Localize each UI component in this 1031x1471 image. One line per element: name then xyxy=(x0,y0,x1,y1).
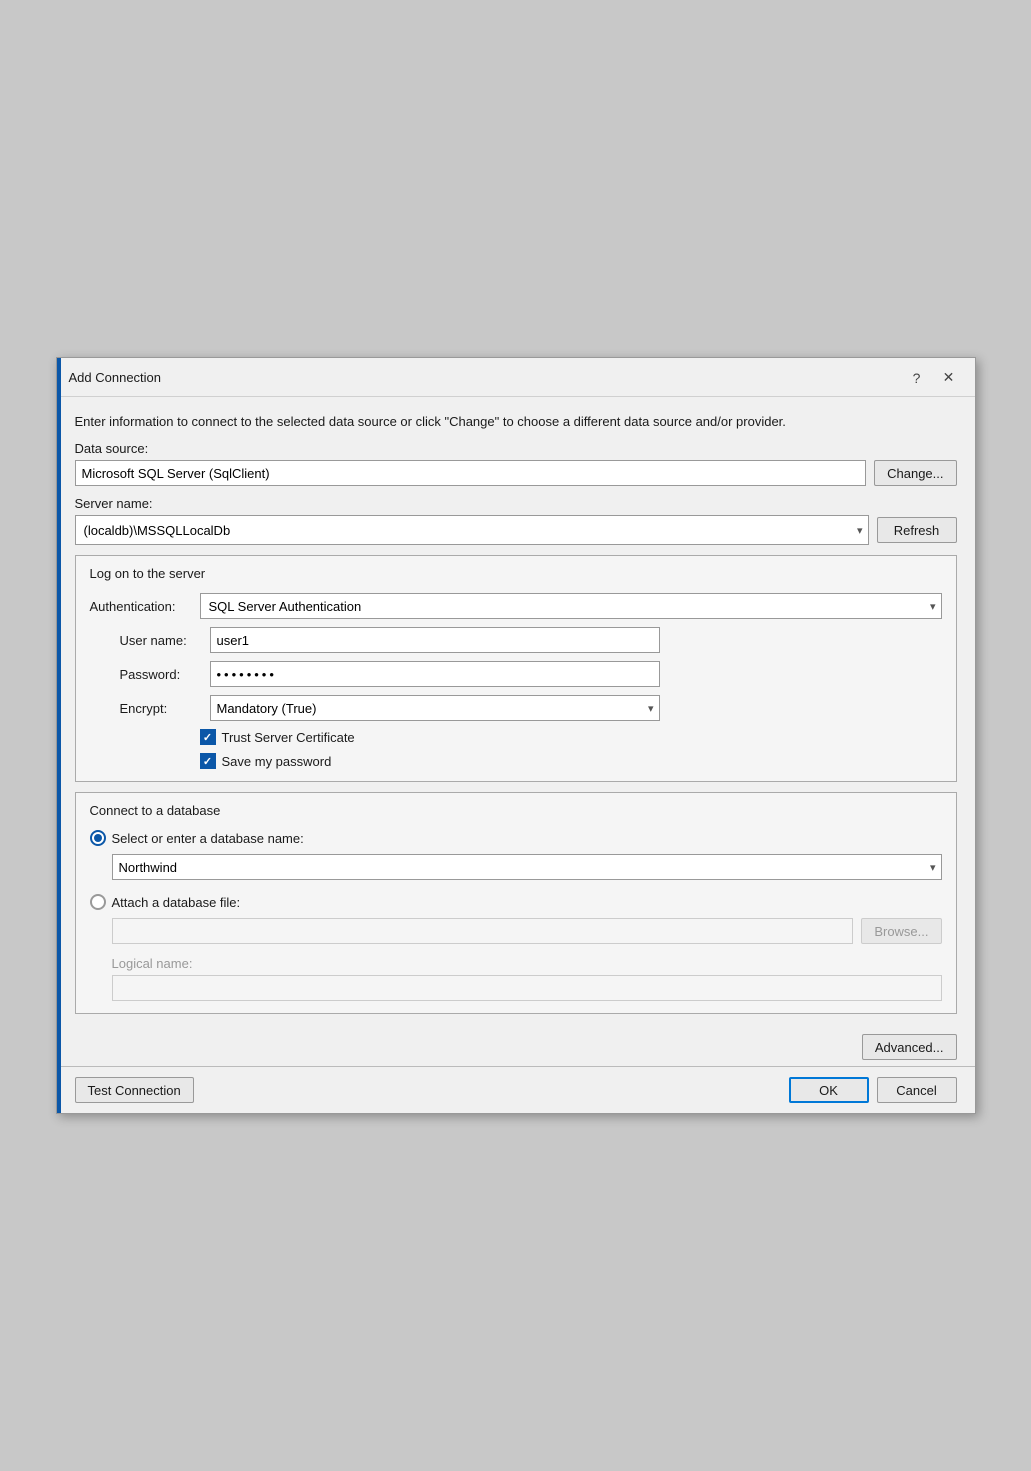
logon-section: Log on to the server Authentication: SQL… xyxy=(75,555,957,782)
help-button[interactable]: ? xyxy=(903,366,931,390)
select-database-label: Select or enter a database name: xyxy=(112,831,304,846)
authentication-label: Authentication: xyxy=(90,599,190,614)
title-bar-controls: ? ✕ xyxy=(903,366,963,390)
data-source-label: Data source: xyxy=(75,441,957,456)
server-name-row: (localdb)\MSSQLLocalDb Refresh xyxy=(75,515,957,545)
server-name-section: Server name: (localdb)\MSSQLLocalDb Refr… xyxy=(75,496,957,545)
authentication-select-wrapper: SQL Server Authentication Windows Authen… xyxy=(200,593,942,619)
title-bar: Add Connection ? ✕ xyxy=(57,358,975,397)
attach-database-label: Attach a database file: xyxy=(112,895,241,910)
dialog-footer: Test Connection OK Cancel xyxy=(57,1066,975,1113)
encrypt-select[interactable]: Mandatory (True) Optional (False) Strict… xyxy=(210,695,660,721)
encrypt-label: Encrypt: xyxy=(120,701,200,716)
refresh-button[interactable]: Refresh xyxy=(877,517,957,543)
save-password-row: Save my password xyxy=(90,753,942,769)
advanced-row: Advanced... xyxy=(75,1034,957,1060)
add-connection-dialog: Add Connection ? ✕ Enter information to … xyxy=(56,357,976,1114)
save-password-checkbox[interactable] xyxy=(200,753,216,769)
password-label: Password: xyxy=(120,667,200,682)
logon-section-title: Log on to the server xyxy=(90,566,942,581)
database-select[interactable]: Northwind master tempdb msdb xyxy=(112,854,942,880)
data-source-section: Data source: Change... xyxy=(75,441,957,486)
encrypt-select-wrapper: Mandatory (True) Optional (False) Strict… xyxy=(210,695,660,721)
test-connection-button[interactable]: Test Connection xyxy=(75,1077,194,1103)
username-label: User name: xyxy=(120,633,200,648)
attach-file-row: Browse... xyxy=(90,918,942,944)
logical-name-input xyxy=(112,975,942,1001)
save-password-label: Save my password xyxy=(222,754,332,769)
database-select-container: Northwind master tempdb msdb xyxy=(90,854,942,880)
server-name-select-wrapper: (localdb)\MSSQLLocalDb xyxy=(75,515,869,545)
footer-right: OK Cancel xyxy=(789,1077,957,1103)
data-source-row: Change... xyxy=(75,460,957,486)
database-section-title: Connect to a database xyxy=(90,803,942,818)
select-database-radio-inner xyxy=(94,834,102,842)
change-button[interactable]: Change... xyxy=(874,460,956,486)
advanced-button[interactable]: Advanced... xyxy=(862,1034,957,1060)
attach-database-radio[interactable] xyxy=(90,894,106,910)
ok-button[interactable]: OK xyxy=(789,1077,869,1103)
authentication-row: Authentication: SQL Server Authenticatio… xyxy=(90,593,942,619)
server-name-label: Server name: xyxy=(75,496,957,511)
bottom-area: Advanced... xyxy=(57,1024,975,1066)
database-select-wrapper: Northwind master tempdb msdb xyxy=(112,854,942,880)
intro-text: Enter information to connect to the sele… xyxy=(75,413,957,431)
select-database-radio-row: Select or enter a database name: xyxy=(90,830,942,846)
blue-accent-bar xyxy=(57,358,61,1113)
browse-button: Browse... xyxy=(861,918,941,944)
encrypt-row: Encrypt: Mandatory (True) Optional (Fals… xyxy=(90,695,942,721)
dialog-content: Enter information to connect to the sele… xyxy=(57,397,975,1024)
trust-certificate-row: Trust Server Certificate xyxy=(90,729,942,745)
logical-name-label: Logical name: xyxy=(112,956,942,971)
trust-certificate-checkbox[interactable] xyxy=(200,729,216,745)
server-name-select[interactable]: (localdb)\MSSQLLocalDb xyxy=(75,515,869,545)
attach-file-input xyxy=(112,918,854,944)
dialog-title: Add Connection xyxy=(69,370,162,385)
username-row: User name: xyxy=(90,627,942,653)
password-row: Password: xyxy=(90,661,942,687)
password-input[interactable] xyxy=(210,661,660,687)
data-source-input[interactable] xyxy=(75,460,867,486)
logical-name-section: Logical name: xyxy=(90,952,942,1001)
cancel-button[interactable]: Cancel xyxy=(877,1077,957,1103)
trust-certificate-label: Trust Server Certificate xyxy=(222,730,355,745)
close-button[interactable]: ✕ xyxy=(935,366,963,390)
database-section: Connect to a database Select or enter a … xyxy=(75,792,957,1014)
attach-database-radio-row: Attach a database file: xyxy=(90,894,942,910)
authentication-select[interactable]: SQL Server Authentication Windows Authen… xyxy=(200,593,942,619)
select-database-radio[interactable] xyxy=(90,830,106,846)
username-input[interactable] xyxy=(210,627,660,653)
